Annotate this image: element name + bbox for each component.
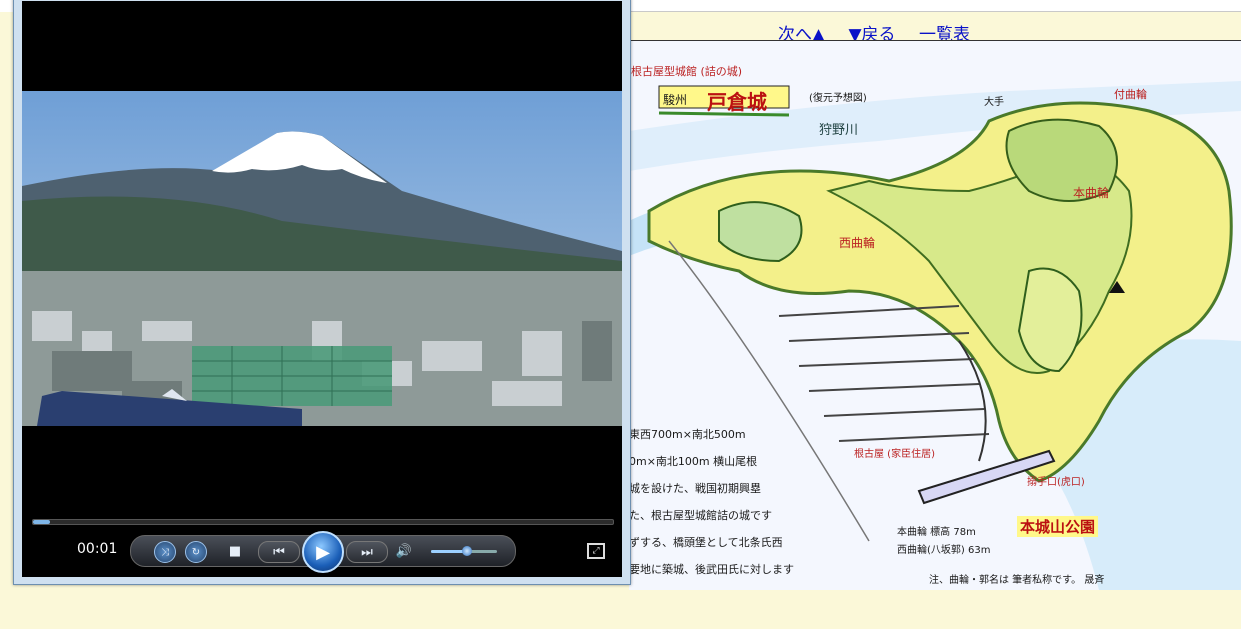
map-elevation: 本曲輪 標高 78m: [897, 527, 976, 538]
previous-icon[interactable]: ⏮: [258, 541, 300, 563]
map-note: 0m×南北100m 横山尾根: [629, 455, 758, 468]
map-notes: 東西700m×南北500m 0m×南北100m 横山尾根 城を設けた、戦国初期興…: [629, 421, 794, 583]
map-note: 城を設けた、戦国初期興塁: [629, 482, 761, 495]
map-river-label: 狩野川: [819, 123, 859, 138]
video-scene: [22, 91, 622, 426]
volume-icon[interactable]: 🔊: [394, 541, 414, 561]
map-province: 駿州: [663, 93, 688, 107]
repeat-icon[interactable]: ↻: [185, 541, 207, 563]
seek-progress: [33, 520, 51, 524]
map-subheading: 根古屋型城館 (詰の城): [631, 65, 743, 78]
volume-slider[interactable]: [431, 546, 497, 556]
fullscreen-icon[interactable]: ⤢: [587, 543, 605, 559]
map-elevation: 西曲輪(八坂郭) 63m: [897, 545, 991, 556]
map-castle-name: 戸倉城: [707, 90, 767, 114]
stop-icon[interactable]: ■: [225, 541, 245, 561]
seek-bar[interactable]: [32, 519, 614, 525]
map-label-honkuruwa: 本曲輪: [1073, 186, 1110, 200]
map-note: ずする、橋頭堡として北条氏西: [629, 536, 783, 549]
next-icon[interactable]: ⏭: [346, 541, 388, 563]
map-note: 要地に築城、後武田氏に対します: [629, 563, 794, 576]
map-restore-note: (復元予想図): [809, 93, 867, 104]
map-label-nishikuruwa: 西曲輪: [839, 236, 876, 250]
map-label-oote: 大手: [984, 97, 1004, 108]
player-controls: 00:01 ⤨ ↻ ■ ⏮ ▶ ⏭ 🔊 ⤢: [22, 531, 622, 573]
map-bottom-note: 注、曲輪・郭名は 筆者私称です。 晟斉: [929, 575, 1105, 586]
media-player-window[interactable]: 00:01 ⤨ ↻ ■ ⏮ ▶ ⏭ 🔊 ⤢: [13, 0, 631, 585]
castle-map-image: 根古屋型城館 (詰の城) 駿州 戸倉城 (復元予想図) 狩野川 本曲輪 西曲輪 …: [629, 40, 1241, 590]
play-icon[interactable]: ▶: [302, 531, 344, 573]
map-label-nekoguchi: 搦手口(虎口): [1027, 477, 1085, 488]
shuffle-icon[interactable]: ⤨: [154, 541, 176, 563]
map-note: た、根古屋型城館詰の城です: [629, 509, 772, 522]
map-note: 東西700m×南北500m: [629, 428, 746, 441]
map-label-tsukekuruwa: 付曲輪: [1114, 88, 1147, 101]
elapsed-time: 00:01: [77, 541, 118, 557]
video-frame[interactable]: [22, 91, 622, 426]
map-label-park: 本城山公園: [1017, 516, 1099, 537]
player-surface: 00:01 ⤨ ↻ ■ ⏮ ▶ ⏭ 🔊 ⤢: [22, 1, 622, 577]
map-label-negoya: 根古屋 (家臣住居): [854, 449, 935, 460]
